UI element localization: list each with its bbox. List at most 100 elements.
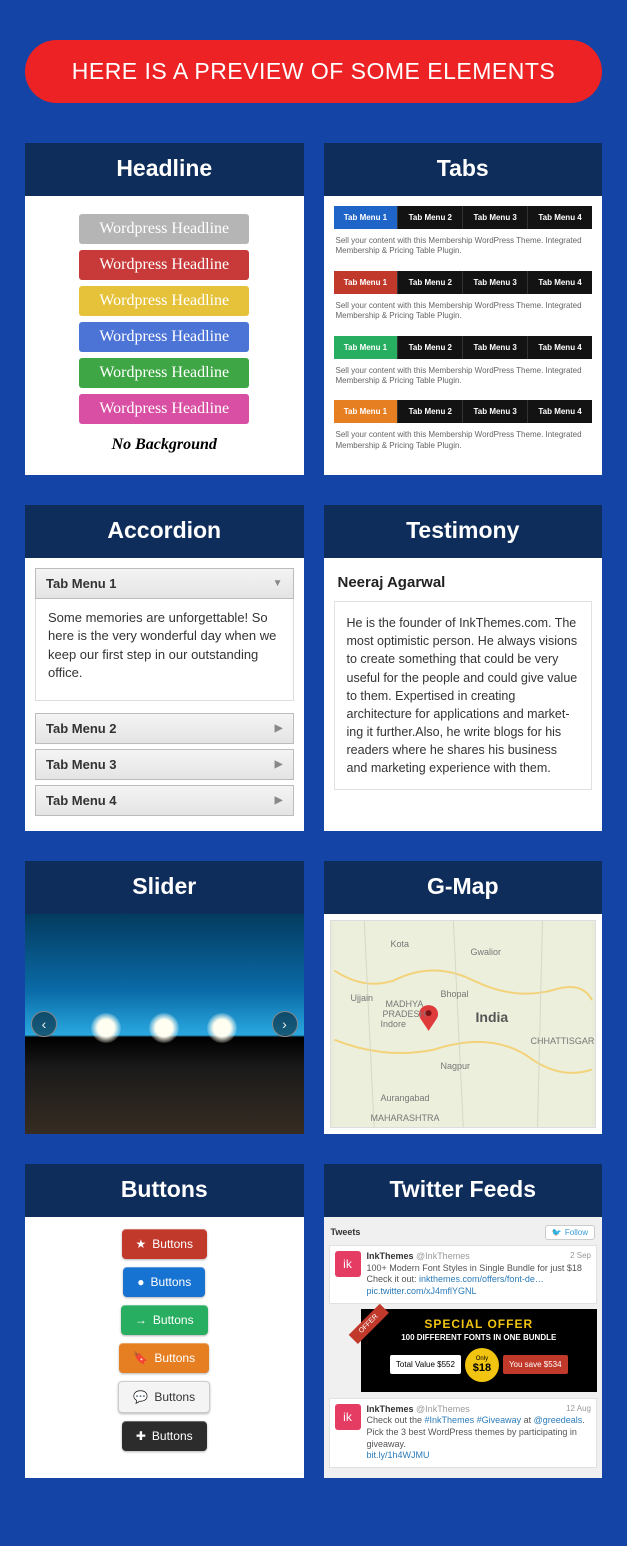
accordion-item-label: Tab Menu 2: [46, 721, 117, 736]
offer-save: You save $534: [503, 1355, 568, 1374]
map-label: PRADESH: [383, 1009, 427, 1019]
tweet-1: ik InkThemes @InkThemes 2 Sep 100+ Moder…: [329, 1245, 598, 1304]
buttons-card: Buttons ★ Buttons ● Buttons →Buttons 🔖 Butt…: [25, 1164, 304, 1478]
tweet-handle: @InkThemes: [416, 1404, 470, 1414]
button-blue[interactable]: ● Buttons: [123, 1267, 205, 1297]
tab-item[interactable]: Tab Menu 4: [527, 400, 592, 423]
accordion-item-label: Tab Menu 3: [46, 757, 117, 772]
chat-icon: 💬: [133, 1390, 148, 1404]
tab-orange-1[interactable]: Tab Menu 1: [334, 400, 398, 423]
tag-icon: 🔖: [133, 1351, 148, 1365]
map-label: Kota: [391, 939, 410, 949]
tab-item[interactable]: Tab Menu 2: [397, 336, 462, 359]
button-label: Buttons: [153, 1313, 194, 1327]
hashtag[interactable]: #Giveaway: [474, 1415, 521, 1425]
accordion-item-4[interactable]: Tab Menu 4 ▶: [35, 785, 294, 816]
button-label: Buttons: [152, 1237, 193, 1251]
offer-price: Only $18: [465, 1348, 499, 1382]
tweet-date: 2 Sep: [570, 1251, 591, 1261]
tab-item[interactable]: Tab Menu 4: [527, 271, 592, 294]
tweet-link[interactable]: pic.twitter.com/xJ4mflYGNL: [367, 1286, 477, 1296]
tab-item[interactable]: Tab Menu 3: [462, 206, 527, 229]
map-svg: [331, 921, 596, 1127]
tweet-user[interactable]: InkThemes: [367, 1251, 414, 1261]
tweet-link[interactable]: bit.ly/1h4WJMU: [367, 1450, 430, 1460]
tab-item[interactable]: Tab Menu 4: [527, 206, 592, 229]
chevron-down-icon: ▼: [273, 578, 283, 589]
button-label: Buttons: [154, 1390, 195, 1404]
mention[interactable]: @greedeals: [534, 1415, 583, 1425]
gmap-title: G-Map: [324, 861, 603, 914]
tab-item[interactable]: Tab Menu 2: [397, 400, 462, 423]
accordion-card: Accordion Tab Menu 1 ▼ Some memories are…: [25, 505, 304, 831]
buttons-title: Buttons: [25, 1164, 304, 1217]
testimony-title: Testimony: [324, 505, 603, 558]
map-label-india: India: [476, 1009, 509, 1025]
headline-gray: Wordpress Headline: [79, 214, 249, 244]
slider-next-button[interactable]: ›: [272, 1011, 298, 1037]
headline-red: Wordpress Headline: [79, 250, 249, 280]
tab-green-1[interactable]: Tab Menu 1: [334, 336, 398, 359]
map-label: Gwalior: [471, 947, 502, 957]
tabs-title: Tabs: [324, 143, 603, 196]
map-label: MAHARASHTRA: [371, 1113, 440, 1123]
slider-prev-button[interactable]: ‹: [31, 1011, 57, 1037]
button-white[interactable]: 💬 Buttons: [118, 1381, 210, 1413]
accordion-title: Accordion: [25, 505, 304, 558]
headline-pink: Wordpress Headline: [79, 394, 249, 424]
tab-item[interactable]: Tab Menu 2: [397, 206, 462, 229]
accordion-item-label: Tab Menu 1: [46, 576, 117, 591]
tab-item[interactable]: Tab Menu 3: [462, 400, 527, 423]
tweets-label: Tweets: [331, 1227, 361, 1237]
button-dark[interactable]: ✚Buttons: [122, 1421, 207, 1451]
map-label: Ujjain: [351, 993, 374, 1003]
map-label: CHHATTISGARI: [531, 1036, 597, 1046]
map-label: Bhopal: [441, 989, 469, 999]
offer-banner: OFFER SPECIAL OFFER 100 DIFFERENT FONTS …: [361, 1309, 598, 1392]
cards-grid: Headline Wordpress Headline Wordpress He…: [25, 143, 602, 1478]
tweet-user[interactable]: InkThemes: [367, 1404, 414, 1414]
offer-price-value: $18: [473, 1362, 491, 1374]
twitter-card: Twitter Feeds Tweets 🐦 Follow ik InkThem…: [324, 1164, 603, 1478]
star-icon: ★: [136, 1237, 147, 1251]
tab-red-1[interactable]: Tab Menu 1: [334, 271, 398, 294]
tab-item[interactable]: Tab Menu 3: [462, 271, 527, 294]
chevron-right-icon: ▶: [275, 723, 283, 734]
follow-button[interactable]: 🐦 Follow: [545, 1225, 595, 1240]
tab-item[interactable]: Tab Menu 3: [462, 336, 527, 359]
t2a: Check out the: [367, 1415, 425, 1425]
tab-blue-1[interactable]: Tab Menu 1: [334, 206, 398, 229]
accordion-item-3[interactable]: Tab Menu 3 ▶: [35, 749, 294, 780]
accordion-item-1[interactable]: Tab Menu 1 ▼: [35, 568, 294, 599]
headline-yellow: Wordpress Headline: [79, 286, 249, 316]
testimony-name: Neeraj Agarwal: [338, 574, 589, 591]
headline-blue: Wordpress Headline: [79, 322, 249, 352]
tab-item[interactable]: Tab Menu 4: [527, 336, 592, 359]
tabs-desc: Sell your content with this Membership W…: [334, 359, 593, 391]
button-green[interactable]: →Buttons: [121, 1305, 208, 1335]
headline-title: Headline: [25, 143, 304, 196]
map-label: Aurangabad: [381, 1093, 430, 1103]
avatar: ik: [335, 1251, 361, 1277]
offer-title: SPECIAL OFFER: [367, 1317, 592, 1331]
tabs-desc: Sell your content with this Membership W…: [334, 294, 593, 326]
tweet-prefix: Check it out:: [367, 1274, 420, 1284]
slider-image: [25, 1013, 304, 1043]
accordion-item-2[interactable]: Tab Menu 2 ▶: [35, 713, 294, 744]
tweet-link[interactable]: inkthemes.com/offers/font-de…: [419, 1274, 544, 1284]
button-orange[interactable]: 🔖 Buttons: [119, 1343, 209, 1373]
testimony-text: He is the founder of InkThemes.com. The …: [334, 601, 593, 790]
testimony-card: Testimony Neeraj Agarwal He is the found…: [324, 505, 603, 831]
headline-green: Wordpress Headline: [79, 358, 249, 388]
tabs-desc: Sell your content with this Membership W…: [334, 229, 593, 261]
tweet-2: ik InkThemes @InkThemes 12 Aug Check out…: [329, 1398, 598, 1468]
map-area[interactable]: India MADHYA PRADESH Bhopal Indore Nagpu…: [330, 920, 597, 1128]
hashtag[interactable]: #InkThemes: [425, 1415, 475, 1425]
button-label: Buttons: [154, 1351, 195, 1365]
headline-none: No Background: [79, 430, 249, 460]
button-label: Buttons: [151, 1275, 192, 1289]
tab-item[interactable]: Tab Menu 2: [397, 271, 462, 294]
button-label: Buttons: [152, 1429, 193, 1443]
circle-icon: ●: [137, 1275, 144, 1289]
button-red[interactable]: ★ Buttons: [122, 1229, 207, 1259]
